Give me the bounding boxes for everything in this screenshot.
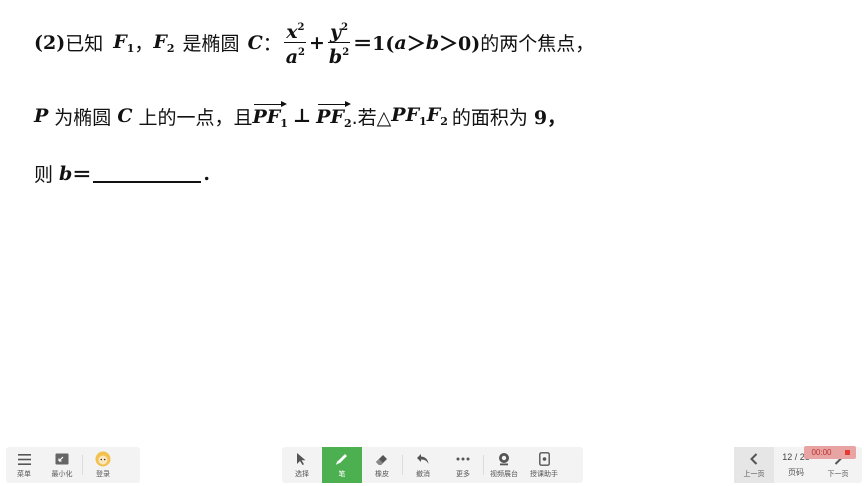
menu-button[interactable]: 菜单 [6, 447, 42, 483]
problem-number: (2) [34, 31, 66, 54]
select-label: 选择 [295, 471, 309, 478]
more-button[interactable]: 更多 [443, 447, 483, 483]
greater-than: ＞ [406, 33, 426, 55]
text-segment: 是椭圆 [182, 33, 240, 55]
pen-tool-button[interactable]: 笔 [322, 447, 362, 483]
fraction-x2-a2: x2 a2 [284, 18, 307, 67]
text-segment: 则 [34, 164, 54, 186]
slide-content: (2) 已知 F1 ， F2 是椭圆 C ： x2 a2 + y2 b2 ＝1(… [0, 0, 864, 440]
prev-page-label: 上一页 [743, 471, 765, 478]
undo-label: 撤消 [416, 471, 430, 478]
vector-pf2: PF2 [316, 101, 352, 130]
period: . [203, 162, 210, 185]
video-booth-button[interactable]: 视频展台 [484, 447, 524, 483]
record-stop-icon[interactable] [845, 450, 850, 455]
condition-close: ＞0) [439, 33, 481, 55]
menu-icon [16, 451, 32, 467]
ellipse-c: C [247, 31, 263, 54]
undo-button[interactable]: 撤消 [403, 447, 443, 483]
problem-line-1: (2) 已知 F1 ， F2 是椭圆 C ： x2 a2 + y2 b2 ＝1(… [34, 18, 594, 67]
pen-label: 笔 [338, 471, 346, 478]
colon: ： [262, 33, 282, 55]
var-a: a [394, 31, 407, 54]
minimize-label: 最小化 [51, 471, 73, 478]
text-segment: 上的一点，且 [138, 106, 253, 129]
page-label: 页码 [788, 468, 804, 477]
assistant-button[interactable]: 授课助手 [524, 447, 564, 483]
eraser-icon [374, 451, 390, 467]
text-segment: 的两个焦点， [480, 33, 595, 55]
ellipse-c: C [117, 105, 133, 127]
focus-f2: F2 [153, 30, 175, 55]
undo-icon [415, 451, 431, 467]
login-button[interactable]: 登录 [83, 447, 123, 483]
area-value: 9， [533, 106, 567, 129]
login-label: 登录 [96, 471, 110, 478]
webcam-icon [496, 451, 512, 467]
text-segment: 为椭圆 [54, 106, 112, 129]
equals-one: ＝1( [353, 33, 395, 55]
avatar-icon [95, 451, 111, 467]
next-page-label: 下一页 [827, 471, 849, 478]
center-toolbar: 选择 笔 橡皮 撤消 更多 视频展台 授课助手 [282, 447, 583, 483]
eraser-tool-button[interactable]: 橡皮 [362, 447, 402, 483]
point-p: P [34, 105, 49, 127]
select-tool-button[interactable]: 选择 [282, 447, 322, 483]
phone-icon [536, 451, 552, 467]
more-icon [455, 451, 471, 467]
focus-f1: F1 [113, 30, 135, 55]
chevron-left-icon [746, 451, 762, 467]
triangle-pf1f2: PF1F2 [391, 104, 448, 128]
assistant-label: 授课助手 [530, 471, 558, 478]
equals-sign: ＝ [72, 164, 92, 186]
problem-line-2: P 为椭圆 C 上的一点，且 PF1 ⊥ PF2 .若△ PF1F2 的面积为 … [34, 101, 567, 130]
var-b: b [59, 162, 73, 185]
minimize-icon [54, 451, 70, 467]
comma: ， [134, 33, 154, 55]
recording-time: 00:00 [811, 448, 832, 457]
text-segment: 的面积为 [451, 106, 528, 129]
text-segment: .若△ [351, 106, 392, 129]
fraction-y2-b2: y2 b2 [327, 18, 351, 67]
vector-pf1: PF1 [252, 101, 288, 130]
eraser-label: 橡皮 [375, 471, 389, 478]
recording-indicator[interactable]: 00:00 [804, 446, 856, 459]
menu-label: 菜单 [17, 471, 31, 478]
cursor-icon [294, 451, 310, 467]
plus-sign: + [308, 31, 325, 54]
more-label: 更多 [456, 471, 470, 478]
pen-icon [334, 451, 350, 467]
left-toolbar: 菜单 最小化 登录 [6, 447, 140, 483]
perpendicular-sign: ⊥ [292, 105, 312, 127]
minimize-button[interactable]: 最小化 [42, 447, 82, 483]
text-segment: 已知 [65, 33, 104, 55]
answer-blank [93, 165, 202, 183]
prev-page-button[interactable]: 上一页 [734, 447, 774, 483]
var-b: b [425, 31, 440, 54]
problem-line-3: 则 b ＝ . [34, 160, 210, 187]
video-booth-label: 视频展台 [490, 471, 518, 478]
